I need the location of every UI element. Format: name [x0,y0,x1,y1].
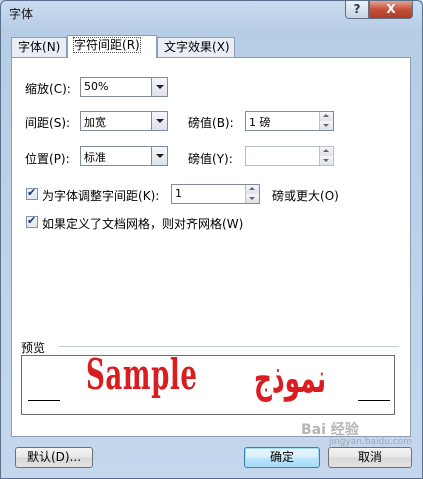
spin-up-icon[interactable] [319,147,333,156]
kerning-key: (K) [138,189,156,203]
close-button[interactable]: X [369,1,413,19]
spin-down-icon[interactable] [245,194,259,203]
tab-text-effects-label: 文字效果 [164,40,213,54]
ok-button[interactable]: 确定 [244,447,320,468]
position-value: 标准 [84,151,106,164]
font-dialog: 字体 ? X 字体(N) 字符间距(R) 文字效果(X) 缩放(C): 50% … [0,0,423,479]
spacing-value: 加宽 [84,116,106,129]
kerning-checkbox[interactable] [26,186,38,200]
tab-font-label: 字体 [18,40,43,54]
position-by-key: (Y) [212,152,229,166]
help-button[interactable]: ? [345,1,369,19]
cancel-button[interactable]: 取消 [328,447,412,468]
position-by-spinner[interactable] [245,146,334,166]
tab-text-effects[interactable]: 文字效果(X) [157,37,235,57]
position-label: 位置(P): [25,152,70,166]
default-button[interactable]: 默认(D)... [15,447,93,468]
spin-up-icon[interactable] [245,185,259,194]
scale-label: 缩放(C): [25,82,71,96]
spin-up-icon[interactable] [319,112,333,121]
spacing-by-key: (B) [212,116,230,130]
kerning-label: 为字体调整字间距(K): [42,189,160,203]
scale-value: 50% [84,80,109,93]
position-key: (P) [49,152,66,166]
tab-font-key: (N) [42,40,61,54]
spacing-key: (S) [49,116,66,130]
preview-sample-text: Sample [86,355,198,399]
chevron-down-icon[interactable] [151,147,167,165]
chevron-down-icon[interactable] [151,78,167,96]
default-button-key: (D)... [50,450,82,464]
snap-to-grid-checkbox[interactable] [26,214,38,228]
position-by-label: 磅值(Y): [188,152,233,166]
spacing-by-label: 磅值(B): [188,116,234,130]
spacing-label: 间距(S): [25,116,71,130]
watermark-url: jingyan.baidu.com [329,437,413,447]
tab-character-spacing-key: (R) [122,38,140,52]
spin-down-icon[interactable] [319,121,333,130]
tab-text-effects-key: (X) [212,40,230,54]
preview-baseline-right [358,400,390,401]
spin-down-icon[interactable] [319,156,333,165]
kerning-value: 1 [175,187,182,200]
tab-character-spacing[interactable]: 字符间距(R) [67,35,157,58]
preview-divider [59,346,399,347]
preview-arabic-text: نموذج [254,356,327,402]
default-button-label: 默认 [26,450,51,464]
window-title: 字体 [9,7,34,21]
kerning-suffix: 磅或更大(O) [272,189,339,203]
chevron-down-icon[interactable] [151,112,167,130]
preview-baseline-left [28,400,60,401]
kerning-spinner[interactable]: 1 [171,184,260,204]
preview-label: 预览 [21,341,46,355]
position-combobox[interactable]: 标准 [80,146,168,166]
snap-to-grid-key: (W) [222,217,244,231]
spacing-combobox[interactable]: 加宽 [80,111,168,131]
snap-to-grid-label: 如果定义了文档网格，则对齐网格(W) [42,217,244,231]
watermark-logo: Bai 经验 [301,422,359,438]
tab-character-spacing-label: 字符间距 [74,38,123,52]
kerning-suffix-key: (O) [320,189,339,203]
scale-key: (C) [49,82,67,96]
spacing-by-spinner[interactable]: 1 磅 [245,111,334,131]
scale-combobox[interactable]: 50% [80,77,168,97]
preview-box: Sample نموذج [21,355,395,415]
title-bar: 字体 ? X [1,1,422,25]
tab-font[interactable]: 字体(N) [11,37,67,57]
spacing-by-value: 1 磅 [249,116,271,129]
